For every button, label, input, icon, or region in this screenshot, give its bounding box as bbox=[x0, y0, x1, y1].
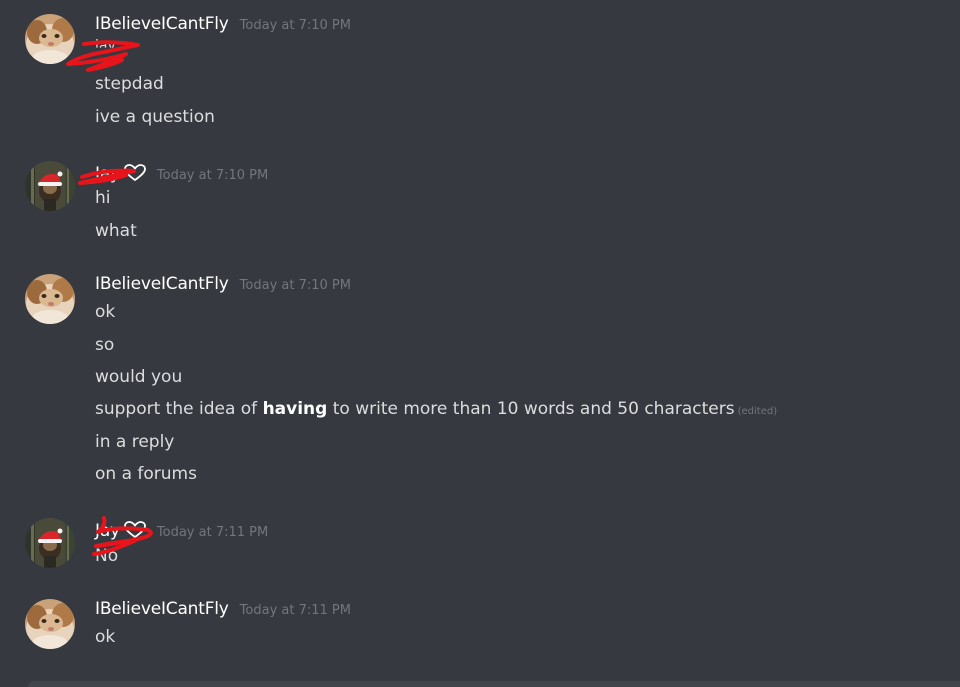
message-text: to write more than 10 words and 50 chara… bbox=[327, 399, 735, 419]
message-line: support the idea of having to write more… bbox=[95, 399, 777, 419]
message-line: No bbox=[95, 546, 119, 566]
timestamp[interactable]: Today at 7:10 PM bbox=[240, 18, 351, 33]
cat-avatar-icon[interactable] bbox=[25, 599, 75, 649]
message-header: Jay Today at 7:11 PM bbox=[95, 518, 268, 542]
timestamp[interactable]: Today at 7:10 PM bbox=[240, 278, 351, 293]
timestamp[interactable]: Today at 7:10 PM bbox=[157, 168, 268, 183]
message-text: support the idea of bbox=[95, 399, 263, 419]
message-line: stepdad bbox=[95, 74, 164, 94]
username[interactable]: Jay bbox=[95, 164, 120, 184]
santa-hat-avatar-icon[interactable] bbox=[25, 161, 75, 211]
edited-marker: (edited) bbox=[737, 406, 778, 417]
message-line: so bbox=[95, 335, 115, 355]
message-composer[interactable] bbox=[28, 681, 960, 687]
heart-icon bbox=[124, 164, 146, 182]
username[interactable]: IBelieveICantFly bbox=[95, 599, 229, 619]
message-line: in a reply bbox=[95, 432, 175, 452]
message-line: what bbox=[95, 221, 137, 241]
username[interactable]: IBelieveICantFly bbox=[95, 14, 229, 34]
chat-messages: IBelieveICantFly Today at 7:10 PM jay st… bbox=[0, 0, 960, 687]
timestamp[interactable]: Today at 7:11 PM bbox=[240, 603, 351, 618]
message-header: IBelieveICantFly Today at 7:10 PM bbox=[95, 274, 351, 298]
message-line: would you bbox=[95, 367, 183, 387]
message-line: ok bbox=[95, 627, 116, 647]
cat-avatar-icon[interactable] bbox=[25, 274, 75, 324]
message-header: IBelieveICantFly Today at 7:10 PM bbox=[95, 14, 351, 38]
timestamp[interactable]: Today at 7:11 PM bbox=[157, 525, 268, 540]
message-line: ok bbox=[95, 302, 116, 322]
message-header: Jay Today at 7:10 PM bbox=[95, 161, 268, 185]
message-header: IBelieveICantFly Today at 7:11 PM bbox=[95, 599, 351, 623]
message-line: hi bbox=[95, 188, 111, 208]
cat-avatar-icon[interactable] bbox=[25, 14, 75, 64]
message-line: on a forums bbox=[95, 464, 197, 484]
message-line: ive a question bbox=[95, 107, 215, 127]
username[interactable]: Jay bbox=[95, 521, 120, 541]
username[interactable]: IBelieveICantFly bbox=[95, 274, 229, 294]
heart-icon bbox=[124, 521, 146, 539]
santa-hat-avatar-icon[interactable] bbox=[25, 518, 75, 568]
message-line: jay bbox=[95, 38, 116, 54]
bold-text: having bbox=[262, 399, 328, 419]
